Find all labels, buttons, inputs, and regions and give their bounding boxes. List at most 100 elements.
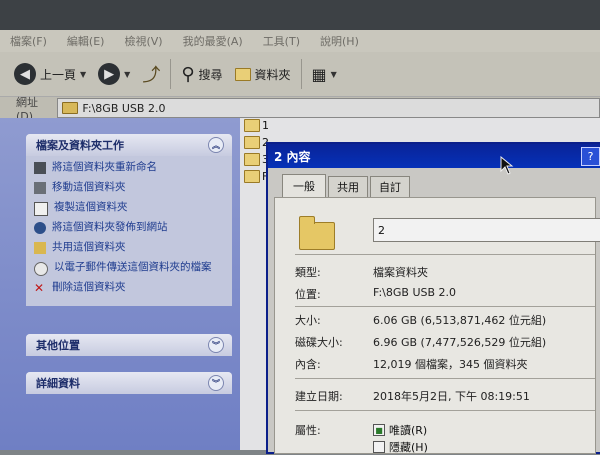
readonly-checkbox[interactable]: ■ 唯讀(R) — [373, 422, 427, 438]
up-folder-button[interactable]: ⤴ — [136, 61, 166, 87]
divider — [295, 410, 595, 411]
folders-label: 資料夾 — [254, 67, 291, 82]
folders-button[interactable]: 資料夾 — [229, 66, 297, 83]
chevron-down-icon[interactable]: ▼ — [80, 70, 86, 79]
other-places-header[interactable]: 其他位置 ︾ — [26, 334, 232, 356]
menu-bar: 檔案(F) 編輯(E) 檢視(V) 我的最愛(A) 工具(T) 說明(H) — [0, 30, 600, 52]
tab-sharing[interactable]: 共用 — [328, 176, 368, 197]
help-button[interactable]: ? — [581, 147, 600, 166]
task-label: 以電子郵件傳送這個資料夾的檔案 — [54, 261, 212, 273]
checkbox-icon — [373, 441, 385, 453]
screen-bezel — [0, 0, 600, 30]
panel-title: 檔案及資料夾工作 — [36, 139, 124, 152]
folder-icon — [244, 153, 260, 166]
location-value: F:\8GB USB 2.0 — [373, 286, 457, 299]
task-pane: 檔案及資料夾工作 ︽ 將這個資料夾重新命名 移動這個資料夾 複製這個資料夾 將這… — [0, 118, 240, 450]
task-label: 複製這個資料夾 — [54, 201, 128, 213]
folder-icon — [244, 119, 260, 132]
file-item[interactable]: F — [244, 170, 268, 183]
task-publish-folder[interactable]: 將這個資料夾發佈到網站 — [34, 220, 226, 240]
divider — [295, 306, 595, 307]
menu-edit[interactable]: 編輯(E) — [57, 33, 115, 49]
contains-value: 12,019 個檔案，345 個資料夾 — [373, 358, 528, 371]
folder-icon — [244, 136, 260, 149]
checkbox-partial-icon: ■ — [373, 424, 385, 436]
location-label: 位置: — [295, 288, 321, 301]
tab-general[interactable]: 一般 — [282, 174, 326, 197]
tab-customize[interactable]: 自訂 — [370, 176, 410, 197]
back-label: 上一頁 — [40, 67, 77, 82]
other-places-panel: 其他位置 ︾ — [26, 334, 232, 356]
type-label: 類型: — [295, 266, 321, 279]
created-label: 建立日期: — [295, 390, 343, 403]
panel-title: 詳細資料 — [36, 377, 80, 390]
task-share-folder[interactable]: 共用這個資料夾 — [34, 240, 226, 260]
rename-icon — [34, 162, 46, 174]
folder-icon — [244, 170, 260, 183]
toolbar: ◀ 上一頁 ▼ ▶ ▼ ⤴ ⚲ 搜尋 資料夾 ▦ ▼ — [0, 52, 600, 96]
dialog-title-bar[interactable]: 2 內容 — [268, 144, 600, 168]
dialog-tabs: 一般 共用 自訂 — [282, 174, 410, 197]
task-label: 移動這個資料夾 — [52, 181, 126, 193]
views-grid-icon: ▦ — [311, 64, 327, 84]
expand-chevron-icon[interactable]: ︾ — [208, 337, 224, 353]
task-list: 將這個資料夾重新命名 移動這個資料夾 複製這個資料夾 將這個資料夾發佈到網站 共… — [26, 156, 232, 306]
forward-button[interactable]: ▶ ▼ — [92, 63, 136, 85]
task-delete-folder[interactable]: ✕ 刪除這個資料夾 — [34, 280, 226, 300]
menu-favorites[interactable]: 我的最愛(A) — [173, 33, 253, 49]
file-name: 1 — [262, 119, 269, 132]
collapse-chevron-icon[interactable]: ︽ — [208, 137, 224, 153]
delete-icon: ✕ — [34, 281, 45, 295]
task-label: 將這個資料夾重新命名 — [52, 161, 157, 173]
up-folder-icon: ⤴ — [142, 65, 161, 86]
chevron-down-icon[interactable]: ▼ — [331, 70, 337, 79]
expand-chevron-icon[interactable]: ︾ — [208, 375, 224, 391]
dialog-title: 2 內容 — [274, 149, 311, 164]
file-folder-tasks-header[interactable]: 檔案及資料夾工作 ︽ — [26, 134, 232, 156]
details-panel: 詳細資料 ︾ — [26, 372, 232, 394]
views-button[interactable]: ▦ ▼ — [306, 65, 343, 84]
address-field[interactable]: F:\8GB USB 2.0 — [57, 98, 600, 118]
divider — [295, 378, 595, 379]
back-arrow-icon: ◀ — [14, 63, 36, 85]
task-label: 刪除這個資料夾 — [52, 281, 126, 293]
task-label: 將這個資料夾發佈到網站 — [52, 221, 168, 233]
web-publish-icon — [34, 222, 46, 234]
folder-name-input[interactable]: 2 — [373, 218, 600, 242]
hidden-checkbox[interactable]: 隱藏(H) — [373, 439, 428, 455]
folder-icon — [62, 102, 79, 114]
menu-file[interactable]: 檔案(F) — [0, 33, 57, 49]
address-value: F:\8GB USB 2.0 — [82, 101, 166, 115]
mouse-cursor-icon — [500, 156, 514, 175]
menu-tools[interactable]: 工具(T) — [253, 33, 310, 49]
task-email-folder[interactable]: 以電子郵件傳送這個資料夾的檔案 — [34, 260, 226, 280]
menu-help[interactable]: 說明(H) — [310, 33, 369, 49]
email-icon — [34, 262, 48, 276]
panel-title: 其他位置 — [36, 339, 80, 352]
type-value: 檔案資料夾 — [373, 266, 428, 279]
forward-arrow-icon: ▶ — [98, 63, 121, 85]
file-item[interactable]: 1 — [244, 119, 269, 132]
search-icon: ⚲ — [181, 63, 195, 85]
tab-panel-general: 2 類型: 檔案資料夾 位置: F:\8GB USB 2.0 大小: 6.06 … — [274, 197, 600, 455]
share-icon — [34, 242, 46, 254]
disk-size-value: 6.96 GB (7,477,526,529 位元組) — [373, 336, 547, 349]
task-copy-folder[interactable]: 複製這個資料夾 — [34, 200, 226, 220]
chevron-down-icon[interactable]: ▼ — [124, 70, 130, 79]
folder-icon — [299, 216, 335, 250]
hidden-label: 隱藏(H) — [389, 441, 428, 454]
menu-view[interactable]: 檢視(V) — [114, 33, 172, 49]
readonly-label: 唯讀(R) — [389, 424, 428, 437]
folder-icon — [234, 67, 251, 81]
task-rename-folder[interactable]: 將這個資料夾重新命名 — [34, 160, 226, 180]
divider — [295, 254, 595, 255]
back-button[interactable]: ◀ 上一頁 ▼ — [0, 63, 92, 85]
move-icon — [34, 182, 46, 194]
details-header[interactable]: 詳細資料 ︾ — [26, 372, 232, 394]
address-bar: 網址(D) F:\8GB USB 2.0 — [0, 96, 600, 123]
task-move-folder[interactable]: 移動這個資料夾 — [34, 180, 226, 200]
size-value: 6.06 GB (6,513,871,462 位元組) — [373, 314, 547, 327]
task-label: 共用這個資料夾 — [52, 241, 126, 253]
disk-size-label: 磁碟大小: — [295, 336, 343, 349]
search-button[interactable]: ⚲ 搜尋 — [175, 64, 228, 85]
